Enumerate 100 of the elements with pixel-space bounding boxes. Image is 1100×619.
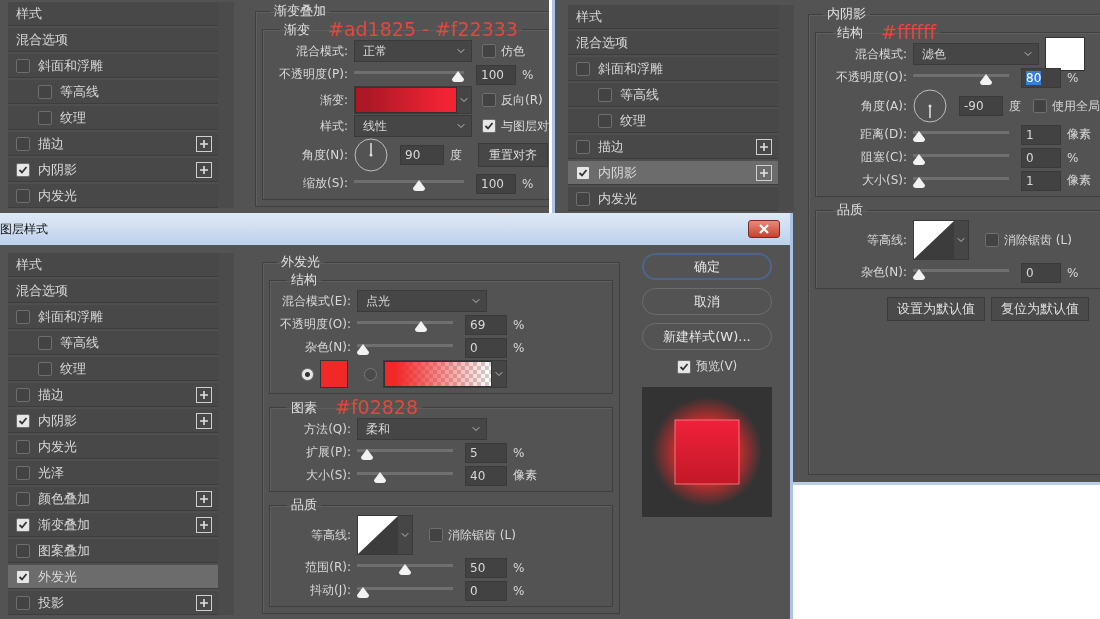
style-item[interactable]: 描边 <box>8 383 218 407</box>
value-field[interactable]: 5 <box>465 442 507 463</box>
slider-thumb[interactable] <box>913 268 925 280</box>
style-item[interactable]: 内阴影 <box>8 158 218 182</box>
default-button[interactable]: 复位为默认值 <box>991 297 1089 321</box>
checkbox[interactable] <box>16 309 30 324</box>
reset-button[interactable]: 重置对齐 <box>478 143 548 167</box>
checkbox[interactable] <box>16 439 30 454</box>
dropdown[interactable]: 正常 <box>354 40 472 62</box>
contour-picker[interactable] <box>913 220 969 260</box>
value-field[interactable]: 0 <box>465 337 507 358</box>
checkbox[interactable] <box>16 465 30 480</box>
angle-dial[interactable] <box>913 89 947 123</box>
add-button[interactable] <box>196 412 212 429</box>
style-item[interactable]: 内发光 <box>568 187 778 211</box>
checkbox[interactable] <box>16 543 30 558</box>
value-field[interactable]: 100 <box>476 64 516 85</box>
checkbox[interactable] <box>16 517 30 532</box>
slider-thumb[interactable] <box>913 153 925 165</box>
radio-button[interactable] <box>364 367 377 381</box>
checkbox[interactable] <box>576 165 590 180</box>
slider-thumb[interactable] <box>357 343 369 355</box>
checkbox[interactable] <box>576 139 590 154</box>
style-item[interactable]: 斜面和浮雕 <box>568 57 778 81</box>
dialog-button[interactable]: 新建样式(W)... <box>642 323 772 350</box>
checkbox[interactable] <box>16 188 30 203</box>
value-field[interactable]: 69 <box>465 314 507 335</box>
value-field[interactable]: 100 <box>476 173 516 194</box>
style-item[interactable]: 描边 <box>8 132 218 156</box>
dropdown[interactable]: 点光 <box>357 290 487 312</box>
style-item[interactable]: 等高线 <box>8 331 218 355</box>
add-button[interactable] <box>196 386 212 403</box>
slider-thumb[interactable] <box>399 563 411 575</box>
slider-thumb[interactable] <box>913 176 925 188</box>
add-button[interactable] <box>196 594 212 611</box>
style-item[interactable]: 斜面和浮雕 <box>8 54 218 78</box>
value-field[interactable]: 40 <box>465 465 507 486</box>
style-item[interactable]: 渐变叠加 <box>8 513 218 537</box>
checkbox[interactable] <box>598 113 612 128</box>
checkbox[interactable] <box>676 359 691 374</box>
checkbox[interactable] <box>985 233 999 247</box>
dropdown[interactable]: 线性 <box>354 115 472 137</box>
style-item[interactable]: 混合选项 <box>8 279 218 303</box>
value-field[interactable]: 80 <box>1021 67 1061 88</box>
style-item[interactable]: 内阴影 <box>8 409 218 433</box>
slider-thumb[interactable] <box>357 586 369 598</box>
slider-thumb[interactable] <box>980 73 993 85</box>
style-item[interactable]: 内发光 <box>8 184 218 208</box>
checkbox[interactable] <box>16 491 30 506</box>
checkbox[interactable] <box>16 413 30 428</box>
checkbox[interactable] <box>16 387 30 402</box>
add-button[interactable] <box>196 135 212 152</box>
style-item[interactable]: 样式 <box>8 2 218 26</box>
checkbox[interactable] <box>16 58 30 73</box>
value-field[interactable]: 0 <box>1021 147 1061 168</box>
checkbox[interactable] <box>576 61 590 76</box>
add-button[interactable] <box>196 490 212 507</box>
checkbox[interactable] <box>598 87 612 102</box>
slider-thumb[interactable] <box>361 448 374 460</box>
style-item[interactable]: 纹理 <box>8 106 218 130</box>
style-item[interactable]: 斜面和浮雕 <box>8 305 218 329</box>
checkbox[interactable] <box>576 191 590 206</box>
dialog-button[interactable]: 确定 <box>642 253 772 280</box>
style-item[interactable]: 混合选项 <box>568 31 778 55</box>
checkbox[interactable] <box>1033 99 1047 113</box>
checkbox[interactable] <box>38 335 52 350</box>
default-button[interactable]: 设置为默认值 <box>887 297 985 321</box>
style-item[interactable]: 外发光 <box>8 565 218 589</box>
style-item[interactable]: 描边 <box>568 135 778 159</box>
style-item[interactable]: 光泽 <box>8 461 218 485</box>
style-item[interactable]: 等高线 <box>8 80 218 104</box>
checkbox[interactable] <box>16 136 30 151</box>
radio-button[interactable] <box>301 367 314 381</box>
checkbox[interactable] <box>482 44 496 58</box>
checkbox[interactable] <box>16 595 30 610</box>
checkbox[interactable] <box>38 110 52 125</box>
checkbox[interactable] <box>482 93 496 107</box>
checkbox[interactable] <box>16 569 30 584</box>
slider-thumb[interactable] <box>452 70 464 82</box>
value-field[interactable]: 50 <box>465 557 507 578</box>
checkbox[interactable] <box>38 361 52 376</box>
checkbox[interactable] <box>429 528 443 542</box>
color-swatch[interactable] <box>320 360 348 388</box>
angle-dial[interactable] <box>354 138 388 172</box>
dropdown[interactable]: 柔和 <box>357 418 487 440</box>
style-item[interactable]: 内发光 <box>8 435 218 459</box>
color-swatch[interactable] <box>1045 37 1085 71</box>
value-field[interactable]: 90 <box>400 145 444 165</box>
value-field[interactable]: 0 <box>465 580 507 601</box>
add-button[interactable] <box>196 161 212 178</box>
gradient-picker[interactable] <box>383 360 507 388</box>
value-field[interactable]: 0 <box>1021 262 1061 283</box>
slider-thumb[interactable] <box>913 130 925 142</box>
slider-thumb[interactable] <box>412 179 425 191</box>
value-field[interactable]: 1 <box>1021 170 1061 191</box>
style-item[interactable]: 纹理 <box>8 357 218 381</box>
dialog-button[interactable]: 取消 <box>642 288 772 315</box>
value-field[interactable]: -90 <box>959 96 1003 116</box>
slider-thumb[interactable] <box>373 471 386 483</box>
slider-thumb[interactable] <box>414 320 427 332</box>
